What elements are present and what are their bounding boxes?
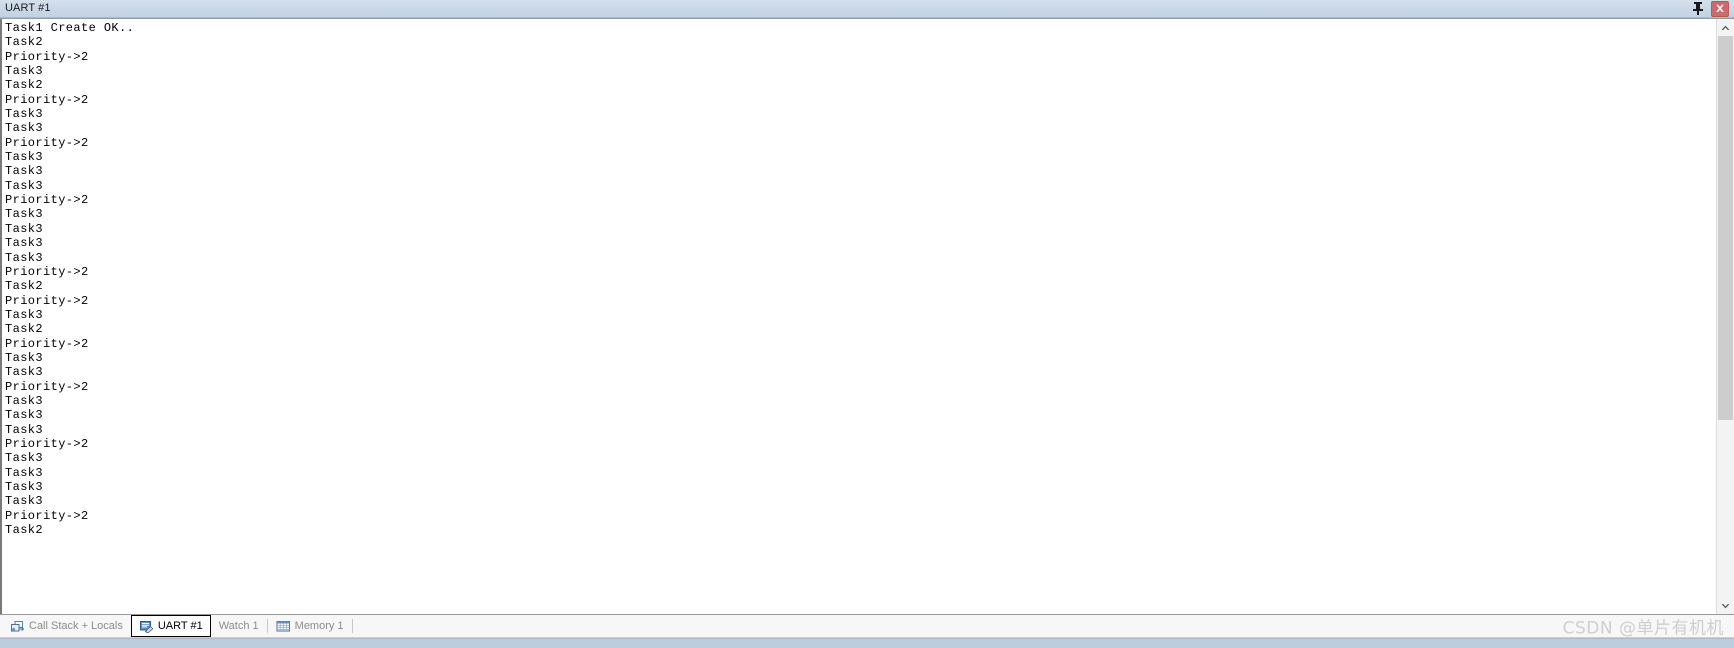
tab-label: UART #1 bbox=[157, 620, 203, 632]
terminal-line: Task3 bbox=[5, 236, 44, 251]
uart-output-lines: Task1 Create OK.. Task2 Priority->2 Task3 Ta… bbox=[5, 21, 1716, 537]
terminal-line: Task3 bbox=[5, 350, 44, 365]
terminal-line: Priority->2 bbox=[5, 49, 89, 64]
terminal-body: Task1 Create OK.. Task2 Priority->2 Task3 Ta… bbox=[0, 18, 1734, 615]
tab-memory-1[interactable]: Memory 1 bbox=[268, 615, 352, 637]
chevron-up-icon bbox=[1721, 25, 1730, 30]
bottom-tabbar: Call Stack + Locals UART #1 Watch 1 Memory … bbox=[0, 615, 1734, 639]
terminal-line: Priority->2 bbox=[5, 436, 89, 451]
tab-label: Watch 1 bbox=[218, 620, 259, 632]
terminal-line: Task3 bbox=[5, 250, 44, 265]
scrollbar-thumb[interactable] bbox=[1718, 36, 1733, 421]
vertical-scrollbar[interactable] bbox=[1716, 19, 1734, 614]
terminal-line: Task1 Create OK.. bbox=[5, 21, 135, 35]
terminal-line: Task3 bbox=[5, 451, 44, 466]
terminal-line: Priority->2 bbox=[5, 508, 89, 523]
tab-label: Call Stack + Locals bbox=[29, 620, 123, 632]
terminal-line: Task3 bbox=[5, 465, 44, 480]
terminal-line: Task2 bbox=[5, 523, 44, 538]
uart-window: UART #1 Task1 Create OK.. Task2 Priority->… bbox=[0, 0, 1734, 648]
terminal-line: Task3 bbox=[5, 150, 44, 165]
terminal-line: Task3 bbox=[5, 107, 44, 122]
uart-icon bbox=[139, 619, 154, 633]
uart-output-pane[interactable]: Task1 Create OK.. Task2 Priority->2 Task3 Ta… bbox=[0, 19, 1716, 614]
terminal-line: Task3 bbox=[5, 365, 44, 380]
call-stack-icon bbox=[10, 619, 25, 633]
close-button[interactable] bbox=[1711, 0, 1729, 17]
terminal-line: Task3 bbox=[5, 121, 44, 136]
terminal-line: Task3 bbox=[5, 393, 44, 408]
terminal-line: Priority->2 bbox=[5, 336, 89, 351]
scrollbar-track[interactable] bbox=[1717, 36, 1734, 597]
watermark: CSDN @单片有机机 bbox=[1562, 618, 1724, 639]
terminal-line: Priority->2 bbox=[5, 264, 89, 279]
terminal-line: Task2 bbox=[5, 78, 44, 93]
terminal-line: Task2 bbox=[5, 279, 44, 294]
terminal-line: Priority->2 bbox=[5, 135, 89, 150]
tab-separator bbox=[351, 619, 353, 633]
tab-uart-1[interactable]: UART #1 bbox=[130, 615, 211, 637]
tab-label: Memory 1 bbox=[294, 620, 344, 632]
page-title: UART #1 bbox=[5, 2, 51, 14]
terminal-line: Task3 bbox=[5, 480, 44, 494]
terminal-line: Task3 bbox=[5, 207, 44, 222]
scroll-up-button[interactable] bbox=[1717, 19, 1734, 36]
terminal-line: Priority->2 bbox=[5, 379, 89, 394]
terminal-line: Priority->2 bbox=[5, 293, 89, 308]
terminal-line: Task3 bbox=[5, 164, 44, 179]
terminal-line: Task3 bbox=[5, 64, 44, 79]
terminal-line: Task3 bbox=[5, 494, 44, 509]
tab-watch-1[interactable]: Watch 1 bbox=[211, 615, 267, 637]
terminal-line: Task3 bbox=[5, 307, 44, 322]
terminal-line: Task3 bbox=[5, 221, 44, 236]
status-strip bbox=[0, 638, 1734, 648]
terminal-line: Task3 bbox=[5, 408, 44, 423]
tab-call-stack-locals[interactable]: Call Stack + Locals bbox=[2, 615, 131, 637]
memory-icon bbox=[276, 619, 291, 633]
terminal-line: Task3 bbox=[5, 178, 44, 193]
scroll-down-button[interactable] bbox=[1717, 597, 1734, 614]
terminal-line: Task3 bbox=[5, 422, 44, 437]
terminal-line: Task2 bbox=[5, 322, 44, 337]
chevron-down-icon bbox=[1721, 603, 1730, 608]
window-titlebar: UART #1 bbox=[0, 0, 1734, 18]
terminal-line: Priority->2 bbox=[5, 92, 89, 107]
close-icon bbox=[1716, 4, 1724, 12]
terminal-line: Priority->2 bbox=[5, 193, 89, 208]
terminal-line: Task2 bbox=[5, 35, 44, 50]
pin-icon[interactable] bbox=[1690, 1, 1706, 16]
